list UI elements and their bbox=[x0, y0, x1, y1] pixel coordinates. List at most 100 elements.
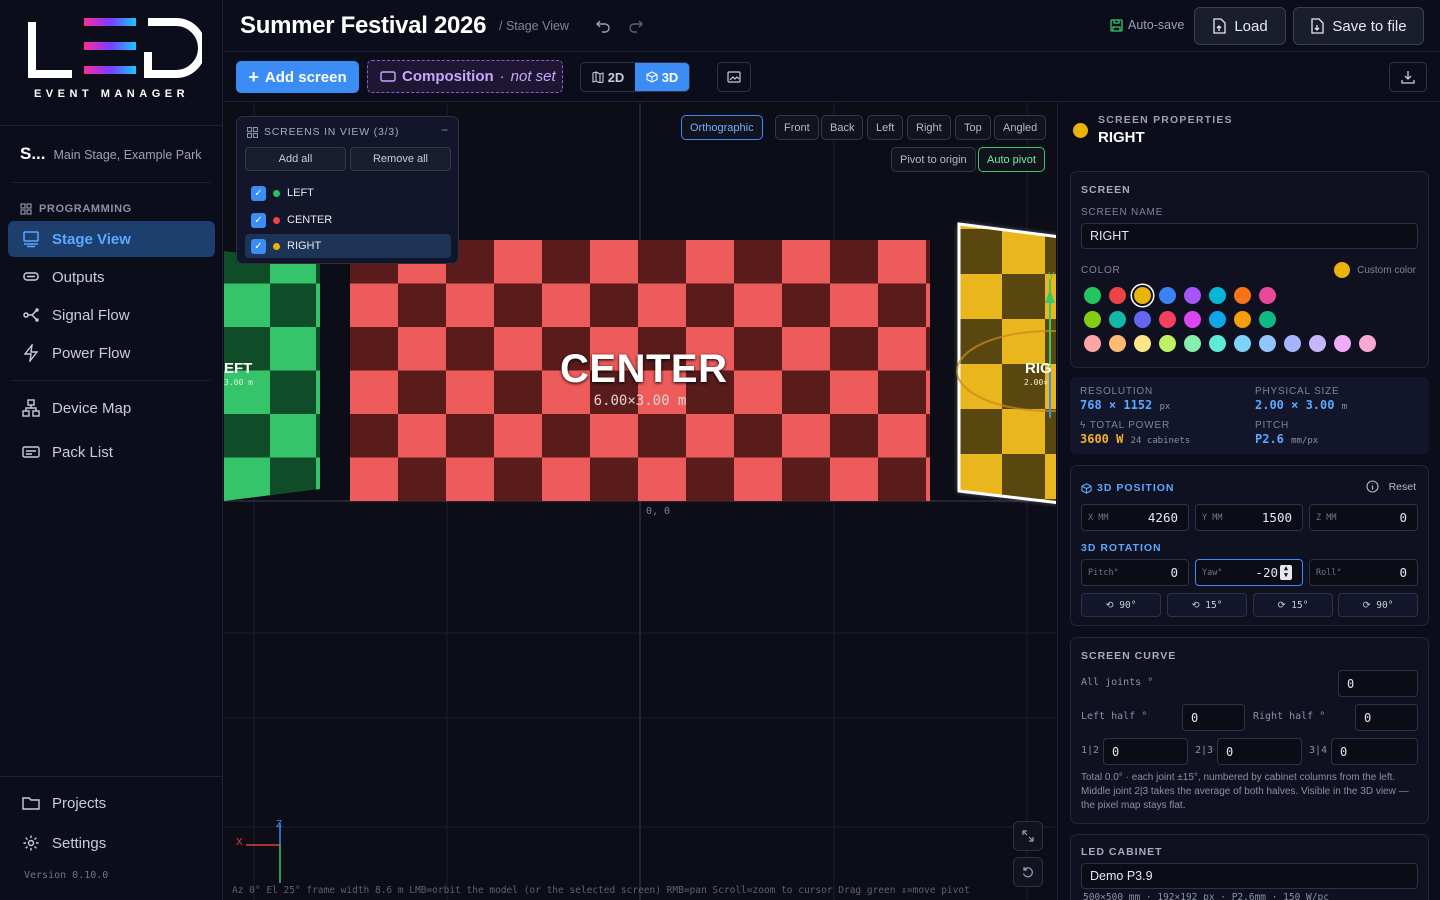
position-z-input[interactable]: Z MM 0 bbox=[1309, 504, 1418, 531]
camera-top-button[interactable]: Top bbox=[955, 115, 991, 140]
color-swatch[interactable] bbox=[1134, 287, 1151, 304]
checkbox-icon[interactable]: ✓ bbox=[251, 185, 266, 201]
color-swatch[interactable] bbox=[1259, 287, 1276, 304]
color-swatch[interactable] bbox=[1209, 287, 1226, 304]
rotate-cw-90-button[interactable]: ⟳ 90° bbox=[1338, 593, 1418, 617]
sidebar-item-device-map[interactable]: Device Map bbox=[8, 390, 215, 426]
camera-right-button[interactable]: Right bbox=[907, 115, 951, 140]
color-swatch[interactable] bbox=[1084, 311, 1101, 328]
color-swatch[interactable] bbox=[1234, 335, 1251, 352]
add-screen-button[interactable]: + Add screen bbox=[236, 61, 359, 93]
color-swatch[interactable] bbox=[1134, 335, 1151, 352]
redo-icon[interactable] bbox=[625, 15, 647, 37]
cabinet-select[interactable]: Demo P3.9 bbox=[1081, 863, 1418, 889]
load-button[interactable]: Load bbox=[1194, 7, 1286, 45]
toolbar: + Add screen Composition · not set 2D 3D bbox=[224, 52, 1440, 102]
camera-front-button[interactable]: Front bbox=[775, 115, 819, 140]
spinner-icon[interactable]: ▲ ▼ bbox=[1280, 565, 1292, 580]
collapse-icon[interactable]: − bbox=[441, 123, 448, 137]
view-2d-button[interactable]: 2D bbox=[581, 63, 635, 91]
color-swatch[interactable] bbox=[1109, 311, 1126, 328]
color-swatch[interactable] bbox=[1084, 335, 1101, 352]
image-export-icon bbox=[727, 71, 741, 83]
position-y-input[interactable]: Y MM 1500 bbox=[1195, 504, 1303, 531]
color-swatch[interactable] bbox=[1159, 335, 1176, 352]
joint-2-3-input[interactable]: 0 bbox=[1217, 738, 1302, 765]
color-swatch[interactable] bbox=[1184, 311, 1201, 328]
camera-left-button[interactable]: Left bbox=[867, 115, 904, 140]
sidebar-item-pack-list[interactable]: Pack List bbox=[8, 434, 215, 470]
screens-in-view-panel: SCREENS IN VIEW (3/3) − Add all Remove a… bbox=[236, 116, 459, 264]
sidebar-item-outputs[interactable]: Outputs bbox=[8, 259, 215, 295]
color-swatch[interactable] bbox=[1234, 311, 1251, 328]
left-half-input[interactable]: 0 bbox=[1182, 704, 1245, 731]
joint-3-4-input[interactable]: 0 bbox=[1331, 738, 1418, 765]
sidebar-item-signal-flow[interactable]: Signal Flow bbox=[8, 297, 215, 333]
color-swatch[interactable] bbox=[1359, 335, 1376, 352]
project-selector[interactable]: S... Main Stage, Example Park bbox=[20, 144, 202, 164]
fullscreen-button[interactable] bbox=[1013, 821, 1043, 851]
color-swatch[interactable] bbox=[1259, 335, 1276, 352]
checkbox-icon[interactable]: ✓ bbox=[251, 212, 266, 228]
save-to-file-button[interactable]: Save to file bbox=[1293, 7, 1424, 45]
project-name: S... bbox=[20, 144, 46, 163]
color-swatch[interactable] bbox=[1184, 335, 1201, 352]
reset-view-button[interactable] bbox=[1013, 857, 1043, 887]
reset-position-button[interactable]: Reset bbox=[1366, 480, 1416, 493]
rotate-ccw-15-button[interactable]: ⟲ 15° bbox=[1167, 593, 1247, 617]
curve-card: SCREEN CURVE All joints ° 0 Left half ° … bbox=[1070, 637, 1429, 824]
color-swatch[interactable] bbox=[1134, 311, 1151, 328]
screen-row-center[interactable]: ✓ CENTER bbox=[245, 208, 451, 232]
camera-angled-button[interactable]: Angled bbox=[994, 115, 1047, 140]
roll-input[interactable]: Roll° 0 bbox=[1309, 559, 1418, 586]
left-half-label: Left half ° bbox=[1081, 711, 1148, 722]
color-swatch[interactable] bbox=[1209, 311, 1226, 328]
screen-row-left[interactable]: ✓ LEFT bbox=[245, 181, 451, 205]
rotate-ccw-90-button[interactable]: ⟲ 90° bbox=[1081, 593, 1161, 617]
color-swatch[interactable] bbox=[1159, 287, 1176, 304]
screen-row-right[interactable]: ✓ RIGHT bbox=[245, 234, 451, 258]
composition-button[interactable]: Composition · not set bbox=[367, 60, 563, 93]
view-3d-button[interactable]: 3D bbox=[635, 63, 689, 91]
color-swatch[interactable] bbox=[1259, 311, 1276, 328]
right-screen-size: 2.00× bbox=[1024, 378, 1049, 387]
remove-all-button[interactable]: Remove all bbox=[350, 147, 451, 171]
sidebar-item-settings[interactable]: Settings bbox=[8, 825, 215, 861]
color-swatch[interactable] bbox=[1284, 335, 1301, 352]
custom-color-button[interactable]: Custom color bbox=[1334, 262, 1416, 278]
autosave-toggle[interactable]: Auto-save bbox=[1110, 18, 1184, 32]
export-image-button[interactable] bbox=[717, 62, 751, 92]
color-swatch[interactable] bbox=[1109, 287, 1126, 304]
page-title: Summer Festival 2026 bbox=[240, 12, 487, 39]
all-joints-input[interactable]: 0 bbox=[1338, 670, 1418, 697]
folder-icon bbox=[22, 797, 40, 810]
sidebar-item-power-flow[interactable]: Power Flow bbox=[8, 335, 215, 371]
color-swatch[interactable] bbox=[1159, 311, 1176, 328]
rotate-cw-15-button[interactable]: ⟳ 15° bbox=[1253, 593, 1333, 617]
color-swatch[interactable] bbox=[1234, 287, 1251, 304]
joint-1-2-input[interactable]: 0 bbox=[1103, 738, 1188, 765]
3d-viewport[interactable]: CENTER 6.00×3.00 m EFT 3.00 m RIG 2.00× … bbox=[224, 103, 1056, 900]
download-button[interactable] bbox=[1389, 62, 1427, 92]
color-swatch[interactable] bbox=[1184, 287, 1201, 304]
color-swatch[interactable] bbox=[1309, 335, 1326, 352]
yaw-input[interactable]: Yaw° -20 ▲ ▼ bbox=[1195, 559, 1303, 586]
pitch-input[interactable]: Pitch° 0 bbox=[1081, 559, 1189, 586]
sidebar-item-projects[interactable]: Projects bbox=[8, 785, 215, 821]
checkbox-icon[interactable]: ✓ bbox=[251, 238, 266, 254]
screen-name-input[interactable]: RIGHT bbox=[1081, 223, 1418, 249]
color-swatch[interactable] bbox=[1209, 335, 1226, 352]
position-x-input[interactable]: X MM 4260 bbox=[1081, 504, 1189, 531]
gear-icon bbox=[23, 835, 39, 851]
add-all-button[interactable]: Add all bbox=[245, 147, 346, 171]
color-swatch[interactable] bbox=[1334, 335, 1351, 352]
color-swatch[interactable] bbox=[1109, 335, 1126, 352]
color-swatch[interactable] bbox=[1084, 287, 1101, 304]
camera-orthographic-button[interactable]: Orthographic bbox=[681, 115, 763, 140]
right-half-input[interactable]: 0 bbox=[1355, 704, 1418, 731]
camera-back-button[interactable]: Back bbox=[821, 115, 864, 140]
sidebar-item-stage-view[interactable]: Stage View bbox=[8, 221, 215, 257]
auto-pivot-button[interactable]: Auto pivot bbox=[978, 147, 1045, 172]
undo-icon[interactable] bbox=[592, 15, 614, 37]
pivot-to-origin-button[interactable]: Pivot to origin bbox=[891, 147, 976, 172]
